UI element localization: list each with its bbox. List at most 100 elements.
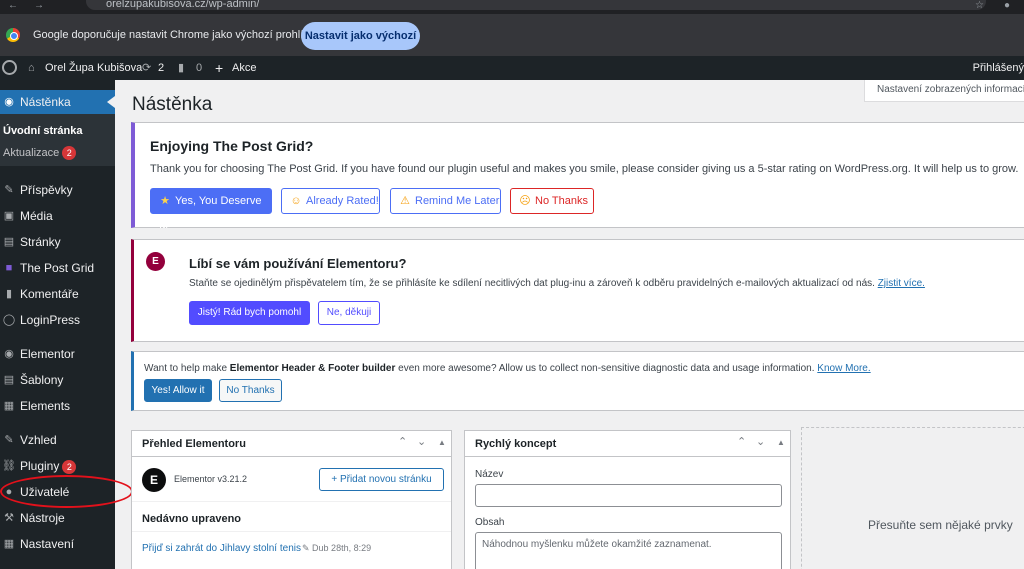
sidebar-item-comments[interactable]: ▮ Komentáře [0,282,115,306]
loginpress-icon: ◯ [2,314,16,326]
sidebar-item-settings[interactable]: ▦ Nastavení [0,532,115,556]
comments-count[interactable]: 0 [196,56,202,80]
elementor-usage-notice: E Líbí se vám používání Elementoru? Staň… [131,239,1024,342]
empty-widget-dropzone: Přesuňte sem nějaké prvky [801,427,1024,569]
opt-in-button[interactable]: Jistý! Rád bych pomohl [189,301,310,325]
bell-icon: ⚠ [400,195,410,207]
remind-later-button[interactable]: ⚠ Remind Me Later [390,188,501,214]
account-link[interactable]: Přihlášený [973,56,1024,80]
set-default-button[interactable]: Nastavit jako výchozí [301,22,420,50]
new-content-link[interactable]: Akce [232,56,256,80]
add-new-page-button[interactable]: + Přidat novou stránku [319,468,444,491]
submenu-updates-label: Aktualizace [3,146,60,159]
forward-icon[interactable]: → [34,0,44,11]
address-bar[interactable]: orelzupakubisova.cz/wp-admin/ [86,0,986,10]
elementor-logo-icon: E [142,468,166,492]
no-thanks-label: No Thanks [535,195,588,207]
elementor-logo-icon: E [146,252,165,271]
move-up-icon[interactable]: ⌃ [398,435,407,448]
submenu-home[interactable]: Úvodní stránka [3,125,82,137]
sidebar-item-label: Stránky [20,235,61,249]
learn-more-link[interactable]: Zjistit více. [878,278,925,289]
plugins-label: Pluginy [20,459,60,473]
dashboard-icon: ◉ [4,96,14,108]
back-icon[interactable]: ← [8,0,18,11]
templates-icon: ▤ [3,374,15,386]
elements-icon: ▦ [3,400,15,412]
notice-logo-column: E [134,240,174,341]
updates-icon[interactable]: ⟳ [142,56,151,80]
rate-yes-label: Yes, You Deserve It! [159,195,262,231]
media-icon: ▣ [3,210,15,222]
sidebar-item-label: Nastavení [20,537,75,551]
site-name-link[interactable]: Orel Župa Kubišova [45,56,142,80]
notice-title: Enjoying The Post Grid? [150,138,314,154]
plus-icon[interactable]: + [215,56,223,80]
recent-post-date: Dub 28th, 8:29 [312,543,372,553]
wordpress-logo-icon[interactable] [2,60,17,75]
rate-yes-button[interactable]: ★ Yes, You Deserve It! [150,188,272,231]
dashboard-submenu: Úvodní stránka Aktualizace 2 [0,114,115,166]
sidebar-item-posts[interactable]: ✎ Příspěvky [0,178,115,202]
elementor-icon: ◉ [4,348,14,360]
already-rated-label: Already Rated! [306,195,379,207]
browser-toolbar: ← → orelzupakubisova.cz/wp-admin/ ☆ ● [0,0,1024,14]
remind-later-label: Remind Me Later [415,195,500,207]
notice-text-main: Staňte se ojedinělým přispěvatelem tím, … [189,278,875,289]
notice-text: Staňte se ojedinělým přispěvatelem tím, … [189,278,925,289]
post-grid-icon: ■ [5,262,13,274]
notice-text: Want to help make Elementor Header & Foo… [144,363,871,374]
sidebar-item-templates[interactable]: ▤ Šablony [0,368,115,392]
sidebar-item-appearance[interactable]: ✎ Vzhled [0,428,115,452]
sidebar-item-pages[interactable]: ▤ Stránky [0,230,115,254]
collapse-icon[interactable]: ▲ [438,438,446,447]
move-up-icon[interactable]: ⌃ [737,435,746,448]
already-rated-button[interactable]: ☺ Already Rated! [281,188,380,214]
submenu-updates[interactable]: Aktualizace 2 [3,146,77,160]
collapse-icon[interactable]: ▲ [777,438,785,447]
edit-pencil-icon: ✎ [302,543,313,553]
sidebar-item-dashboard[interactable]: ◉ Nástěnka [0,90,115,114]
sidebar-item-loginpress[interactable]: ◯ LoginPress [0,308,115,332]
sidebar-item-elements[interactable]: ▦ Elements [0,394,115,418]
updates-count[interactable]: 2 [158,56,164,80]
move-down-icon[interactable]: ⌄ [756,435,765,448]
notice-text: Thank you for choosing The Post Grid. If… [150,163,1019,175]
sidebar-item-label: Nástroje [20,511,65,525]
notice-title: Líbí se vám používání Elementoru? [189,256,407,271]
no-thanks-button[interactable]: No Thanks [219,379,282,402]
wp-admin-bar: ⌂ Orel Župa Kubišova ⟳ 2 ▮ 0 + Akce Přih… [0,56,1024,80]
draft-title-input[interactable] [475,484,782,507]
star-icon: ★ [160,195,170,207]
sidebar-item-media[interactable]: ▣ Média [0,204,115,228]
opt-out-button[interactable]: Ne, děkuji [318,301,380,325]
no-thanks-button[interactable]: ☹ No Thanks [510,188,594,214]
plugins-badge: 2 [62,459,77,474]
sidebar-item-post-grid[interactable]: ■ The Post Grid [0,256,115,280]
screen-options-tab[interactable]: Nastavení zobrazených informací [864,80,1024,102]
recent-post-link[interactable]: Přijď si zahrát do Jihlavy stolní tenis [142,543,301,554]
divider [132,531,451,532]
frown-icon: ☹ [519,195,531,207]
allow-button[interactable]: Yes! Allow it [144,379,212,402]
post-grid-rating-notice: Enjoying The Post Grid? Thank you for ch… [131,122,1024,231]
draft-content-textarea[interactable]: Náhodnou myšlenku můžete okamžité zaznam… [475,532,782,569]
comments-icon[interactable]: ▮ [178,56,184,80]
know-more-link[interactable]: Know More. [817,363,870,374]
tools-icon: ⚒ [4,512,14,524]
move-down-icon[interactable]: ⌄ [417,435,426,448]
home-icon[interactable]: ⌂ [28,56,35,80]
recent-post-meta: ✎ Dub 28th, 8:29 [302,543,371,554]
sidebar-item-label: LoginPress [20,313,81,327]
sidebar-item-tools[interactable]: ⚒ Nástroje [0,506,115,530]
sidebar-item-label: Média [20,209,53,223]
notice-body: Líbí se vám používání Elementoru? Staňte… [174,240,1024,341]
sidebar-item-label: Elements [20,399,71,413]
bookmark-star-icon[interactable]: ☆ [975,0,984,11]
highlight-circle [0,475,133,508]
recently-edited-heading: Nedávno upraveno [142,513,242,525]
sidebar-item-elementor[interactable]: ◉ Elementor [0,342,115,366]
smile-icon: ☺ [290,195,302,207]
profile-icon[interactable]: ● [1004,0,1010,11]
title-label: Název [475,469,504,480]
